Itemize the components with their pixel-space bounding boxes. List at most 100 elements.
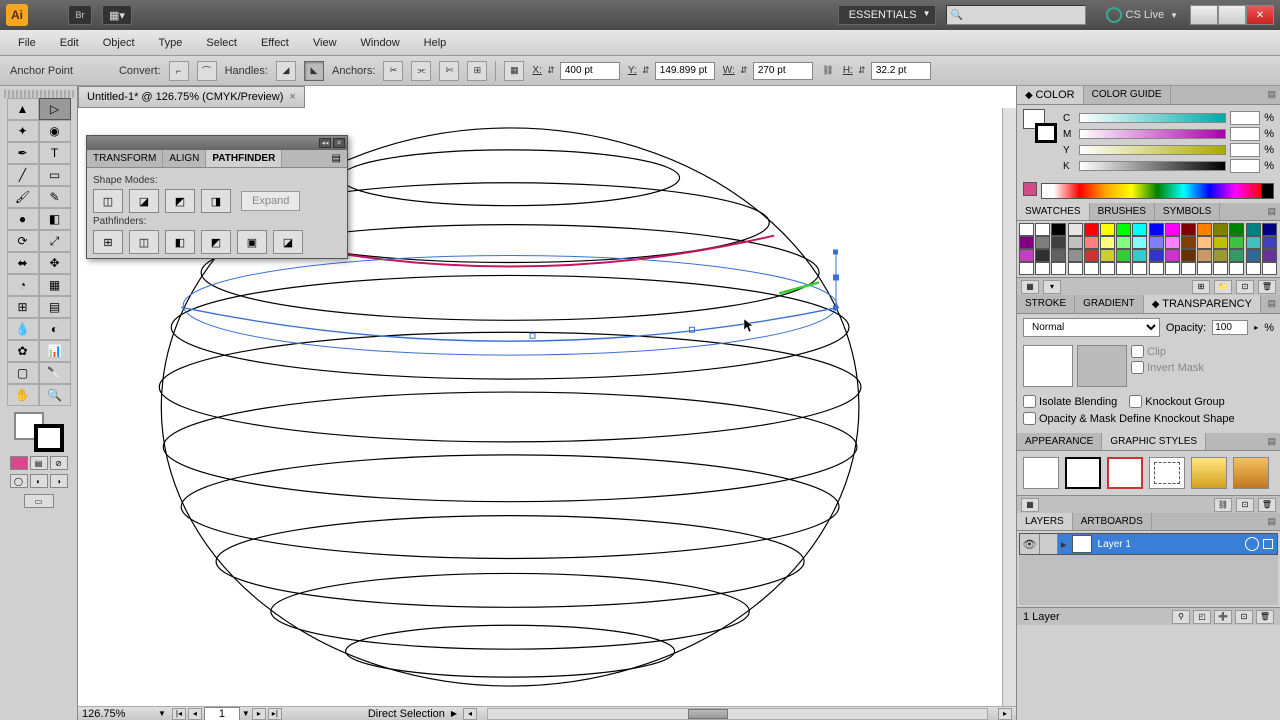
magenta-input[interactable] <box>1230 127 1260 141</box>
panel-menu-icon[interactable]: ▤ <box>1267 89 1276 100</box>
layer-name[interactable]: Layer 1 <box>1094 539 1241 550</box>
menu-type[interactable]: Type <box>147 33 195 53</box>
swatch[interactable] <box>1165 223 1180 236</box>
screen-mode-icon[interactable]: ▭ <box>24 494 54 508</box>
knockout-checkbox[interactable] <box>1129 395 1142 408</box>
swatch[interactable] <box>1084 236 1099 249</box>
prev-artboard-button[interactable]: ◂ <box>188 708 202 720</box>
panel-menu-icon[interactable]: ▤ <box>326 150 347 167</box>
trim-icon[interactable]: ◫ <box>129 230 159 254</box>
swatch[interactable] <box>1229 236 1244 249</box>
tab-transparency[interactable]: ◆ TRANSPARENCY <box>1144 295 1261 313</box>
make-clipping-icon[interactable]: ◰ <box>1193 610 1211 624</box>
panel-header[interactable]: ◂◂ ✕ <box>87 136 347 150</box>
swatch-lib-icon[interactable]: ▦ <box>1021 280 1039 294</box>
tab-brushes[interactable]: BRUSHES <box>1090 203 1155 220</box>
lock-column[interactable] <box>1040 534 1058 554</box>
swatch-options-icon[interactable]: ⊞ <box>1192 280 1210 294</box>
rotate-tool[interactable]: ⟳ <box>7 230 39 252</box>
shape-builder-tool[interactable]: ◔ <box>7 274 39 296</box>
panel-menu-icon[interactable]: ▤ <box>1267 298 1276 309</box>
locate-layer-icon[interactable]: ⚲ <box>1172 610 1190 624</box>
selection-tool[interactable]: ▲ <box>7 98 39 120</box>
merge-icon[interactable]: ◧ <box>165 230 195 254</box>
swatch[interactable] <box>1149 236 1164 249</box>
swatch[interactable] <box>1229 223 1244 236</box>
swatch[interactable] <box>1116 262 1131 275</box>
zoom-tool[interactable]: 🔍 <box>39 384 71 406</box>
direct-selection-tool[interactable]: ▷ <box>39 98 71 120</box>
mesh-tool[interactable]: ⊞ <box>7 296 39 318</box>
menu-window[interactable]: Window <box>349 33 412 53</box>
close-panel-icon[interactable]: ✕ <box>333 138 345 148</box>
panel-menu-icon[interactable]: ▤ <box>1267 436 1276 447</box>
convert-corner-icon[interactable]: ⌐ <box>169 61 189 81</box>
type-tool[interactable]: T <box>39 142 71 164</box>
swatch[interactable] <box>1229 249 1244 262</box>
gradient-mode-icon[interactable]: ▤ <box>30 456 48 470</box>
swatch[interactable] <box>1246 249 1261 262</box>
scale-tool[interactable]: ⤢ <box>39 230 71 252</box>
swatch[interactable] <box>1262 249 1277 262</box>
color-fill-stroke[interactable] <box>1023 109 1057 143</box>
slice-tool[interactable]: 🔪 <box>39 362 71 384</box>
delete-layer-icon[interactable]: 🗑 <box>1256 610 1274 624</box>
zoom-level[interactable]: 126.75% <box>82 708 152 720</box>
swatch[interactable] <box>1035 262 1050 275</box>
delete-swatch-icon[interactable]: 🗑 <box>1258 280 1276 294</box>
styles-lib-icon[interactable]: ▦ <box>1021 498 1039 512</box>
style-yellow[interactable] <box>1191 457 1227 489</box>
tab-gradient[interactable]: GRADIENT <box>1075 295 1144 313</box>
draw-behind-icon[interactable]: ◐ <box>30 474 48 488</box>
fill-stroke-control[interactable] <box>14 412 64 452</box>
swatches-grid[interactable] <box>1019 223 1278 275</box>
panel-menu-icon[interactable]: ▤ <box>1267 516 1276 527</box>
swatch[interactable] <box>1149 249 1164 262</box>
swatch[interactable] <box>1262 223 1277 236</box>
hand-tool[interactable]: ✋ <box>7 384 39 406</box>
menu-file[interactable]: File <box>6 33 48 53</box>
style-default[interactable] <box>1023 457 1059 489</box>
swatch[interactable] <box>1051 223 1066 236</box>
new-sublayer-icon[interactable]: ➕ <box>1214 610 1232 624</box>
h-stepper[interactable]: ⇵ <box>855 62 869 80</box>
swatch[interactable] <box>1132 249 1147 262</box>
close-button[interactable]: ✕ <box>1246 5 1274 25</box>
swatch[interactable] <box>1262 262 1277 275</box>
swatch-kind-icon[interactable]: ▾ <box>1043 280 1061 294</box>
swatch[interactable] <box>1181 236 1196 249</box>
magenta-slider[interactable] <box>1079 129 1226 139</box>
collapse-icon[interactable]: ◂◂ <box>319 138 331 148</box>
last-color-swatch[interactable] <box>1023 182 1037 196</box>
artboard-number[interactable]: 1 <box>204 707 240 720</box>
target-icon[interactable] <box>1245 537 1259 551</box>
layout-button[interactable]: ▦▾ <box>102 5 132 25</box>
opacity-input[interactable] <box>1212 320 1248 335</box>
cyan-input[interactable] <box>1230 111 1260 125</box>
menu-view[interactable]: View <box>301 33 349 53</box>
swatch[interactable] <box>1100 249 1115 262</box>
swatch[interactable] <box>1068 262 1083 275</box>
tab-color[interactable]: ◆ COLOR <box>1017 86 1084 104</box>
swatch[interactable] <box>1068 249 1083 262</box>
menu-select[interactable]: Select <box>194 33 249 53</box>
new-layer-icon[interactable]: ⊡ <box>1235 610 1253 624</box>
swatch[interactable] <box>1019 262 1034 275</box>
spectrum-picker[interactable] <box>1041 183 1274 199</box>
line-tool[interactable]: ╱ <box>7 164 39 186</box>
swatch[interactable] <box>1165 262 1180 275</box>
workspace-selector[interactable]: ESSENTIALS <box>838 5 936 25</box>
swatch[interactable] <box>1100 262 1115 275</box>
swatch[interactable] <box>1197 249 1212 262</box>
x-stepper[interactable]: ⇵ <box>544 62 558 80</box>
anchor-remove-icon[interactable]: ✂ <box>383 61 403 81</box>
new-group-icon[interactable]: 📁 <box>1214 280 1232 294</box>
scroll-left-button[interactable]: ◂ <box>463 708 477 720</box>
first-artboard-button[interactable]: |◂ <box>172 708 186 720</box>
blend-tool[interactable]: ◐ <box>39 318 71 340</box>
swatch[interactable] <box>1213 223 1228 236</box>
lasso-tool[interactable]: ◉ <box>39 120 71 142</box>
h-input[interactable] <box>871 62 931 80</box>
tab-appearance[interactable]: APPEARANCE <box>1017 433 1102 450</box>
link-wh-icon[interactable]: ⛓ <box>821 62 835 80</box>
